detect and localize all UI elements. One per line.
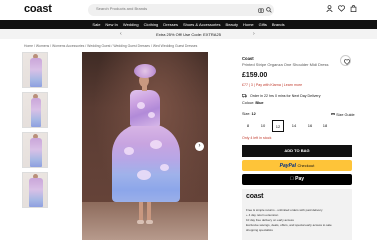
chevron-right-icon[interactable]: › xyxy=(253,31,255,37)
promo-box-line: shopping specialists xyxy=(246,228,273,232)
heart-icon xyxy=(343,59,350,65)
promo-box-line: Free & simple returns - unlimited orders… xyxy=(246,208,323,212)
nav-item-shoes-accessories[interactable]: Shoes & Accessories xyxy=(183,22,221,27)
size-label: Size: 12 xyxy=(242,112,256,116)
colour-label: Colour: Blue xyxy=(242,101,264,105)
heart-icon[interactable] xyxy=(338,5,345,12)
product-main-image[interactable]: › xyxy=(82,52,208,240)
size-option-14[interactable]: 14 xyxy=(288,120,300,132)
nav-item-sale[interactable]: Sale xyxy=(92,22,100,27)
fascinator xyxy=(134,64,156,78)
user-icon[interactable] xyxy=(326,5,333,12)
nav-item-dresses[interactable]: Dresses xyxy=(163,22,178,27)
nav-item-gifts[interactable]: Gifts xyxy=(259,22,267,27)
size-option-18[interactable]: 18 xyxy=(319,120,331,132)
paypal-logo: PayPal xyxy=(279,163,297,169)
nav-item-beauty[interactable]: Beauty xyxy=(226,22,238,27)
ruler-icon xyxy=(331,113,335,115)
thumbnail-4[interactable] xyxy=(22,172,48,208)
promo-box-line: Exclusive savings, deals, offers, and sp… xyxy=(246,223,332,227)
size-option-12[interactable]: 12 xyxy=(272,120,284,132)
product-price: £159.00 xyxy=(242,72,268,79)
colour-value: Blue xyxy=(255,101,264,105)
nav-item-clothing[interactable]: Clothing xyxy=(144,22,159,27)
nav-item-brands[interactable]: Brands xyxy=(272,22,285,27)
promo-text: Extra 25% Off! Use Code: EXTRA25 xyxy=(156,32,221,37)
klarna-message[interactable]: £77 | 3 | Pay with Klarna | Learn more xyxy=(242,83,302,87)
search-bar[interactable]: Search Products and Brands xyxy=(88,4,274,16)
add-to-bag-button[interactable]: ADD TO BAG xyxy=(242,145,352,157)
promo-box-line: + 4 day return extension xyxy=(246,213,279,217)
size-option-8[interactable]: 8 xyxy=(242,120,254,132)
delivery-message: Order in 22 hrs 0 mins for Next Day Deli… xyxy=(242,93,321,98)
site-logo[interactable]: coast xyxy=(24,3,52,15)
size-selector: 8 10 12 14 16 18 xyxy=(242,120,352,132)
product-name: Printed Stripe Organza One Shoulder Midi… xyxy=(242,62,329,67)
thumbnail-2[interactable] xyxy=(22,92,48,128)
next-image-button[interactable]: › xyxy=(195,142,204,151)
truck-icon xyxy=(242,94,247,98)
search-placeholder: Search Products and Brands xyxy=(96,6,148,11)
stock-message: Only 4 left in stock xyxy=(242,136,272,140)
nav-item-home[interactable]: Home xyxy=(243,22,254,27)
size-option-10[interactable]: 10 xyxy=(257,120,269,132)
breadcrumb[interactable]: Home / Womens / Womens Accessories / Wed… xyxy=(24,44,197,48)
product-brand: Coast xyxy=(242,56,254,61)
thumbnail-1[interactable] xyxy=(22,52,48,88)
nav-item-wedding[interactable]: Wedding xyxy=(123,22,139,27)
size-guide-link[interactable]: Size Guide xyxy=(331,112,355,117)
delivery-text: Order in 22 hrs 0 mins for Next Day Deli… xyxy=(250,93,321,98)
premier-promo-box: coast Free & simple returns - unlimited … xyxy=(242,189,352,240)
camera-icon[interactable] xyxy=(258,7,264,13)
site-header: coast Search Products and Brands xyxy=(0,0,377,20)
wishlist-button[interactable] xyxy=(340,55,351,66)
thumbnail-3[interactable] xyxy=(22,132,48,168)
size-value: 12 xyxy=(251,112,256,116)
size-option-16[interactable]: 16 xyxy=(304,120,316,132)
bag-icon[interactable] xyxy=(350,5,357,12)
paypal-checkout-label: Checkout xyxy=(297,163,315,168)
promo-box-logo: coast xyxy=(246,193,264,200)
promo-banner: ‹ Extra 25% Off! Use Code: EXTRA25 › xyxy=(0,29,377,39)
search-icon[interactable] xyxy=(266,7,272,13)
promo-box-line: 10 day free delivery on early access xyxy=(246,218,294,222)
nav-item-new-in[interactable]: New In xyxy=(105,22,117,27)
header-icons xyxy=(326,5,357,12)
apple-pay-label: Pay xyxy=(292,176,304,182)
paypal-checkout-button[interactable]: PayPal Checkout xyxy=(242,160,352,171)
main-nav: Sale New In Wedding Clothing Dresses Sho… xyxy=(0,20,377,29)
apple-pay-button[interactable]:  Pay xyxy=(242,174,352,185)
